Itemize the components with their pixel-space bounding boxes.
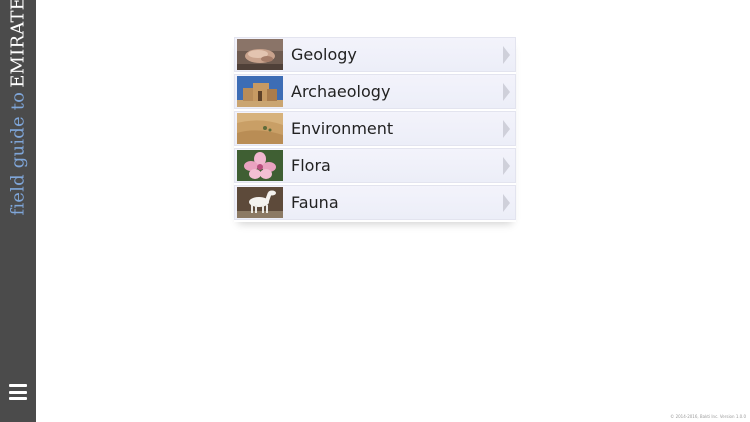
brand-emirates: EMIRATES bbox=[7, 0, 29, 88]
category-label: Archaeology bbox=[291, 82, 391, 101]
category-label: Fauna bbox=[291, 193, 339, 212]
sidebar: field guide to EMIRATES bbox=[0, 0, 36, 422]
chevron-right-icon bbox=[503, 157, 510, 175]
chevron-right-icon bbox=[503, 120, 510, 138]
menu-icon[interactable] bbox=[9, 384, 27, 400]
chevron-right-icon bbox=[503, 83, 510, 101]
app-logo-text: field guide to EMIRATES bbox=[8, 0, 29, 216]
archaeology-photo bbox=[237, 76, 283, 107]
category-item-fauna[interactable]: Fauna bbox=[234, 185, 516, 220]
category-item-geology[interactable]: Geology bbox=[234, 37, 516, 72]
category-item-flora[interactable]: Flora bbox=[234, 148, 516, 183]
environment-photo bbox=[237, 113, 283, 144]
category-label: Environment bbox=[291, 119, 394, 138]
copyright-text: © 2014-2016, Bakti Inc. Version 1.0.0 bbox=[670, 414, 746, 419]
brand-field-guide-to: field guide to bbox=[7, 91, 29, 216]
category-label: Geology bbox=[291, 45, 357, 64]
chevron-right-icon bbox=[503, 46, 510, 64]
chevron-right-icon bbox=[503, 194, 510, 212]
fauna-photo bbox=[237, 187, 283, 218]
category-list: Geology Archaeology Environment Flora Fa… bbox=[234, 37, 516, 222]
geology-photo bbox=[237, 39, 283, 70]
flora-photo bbox=[237, 150, 283, 181]
category-item-archaeology[interactable]: Archaeology bbox=[234, 74, 516, 109]
category-label: Flora bbox=[291, 156, 331, 175]
app-root: field guide to EMIRATES Geology Archaeolo… bbox=[0, 0, 750, 422]
category-item-environment[interactable]: Environment bbox=[234, 111, 516, 146]
